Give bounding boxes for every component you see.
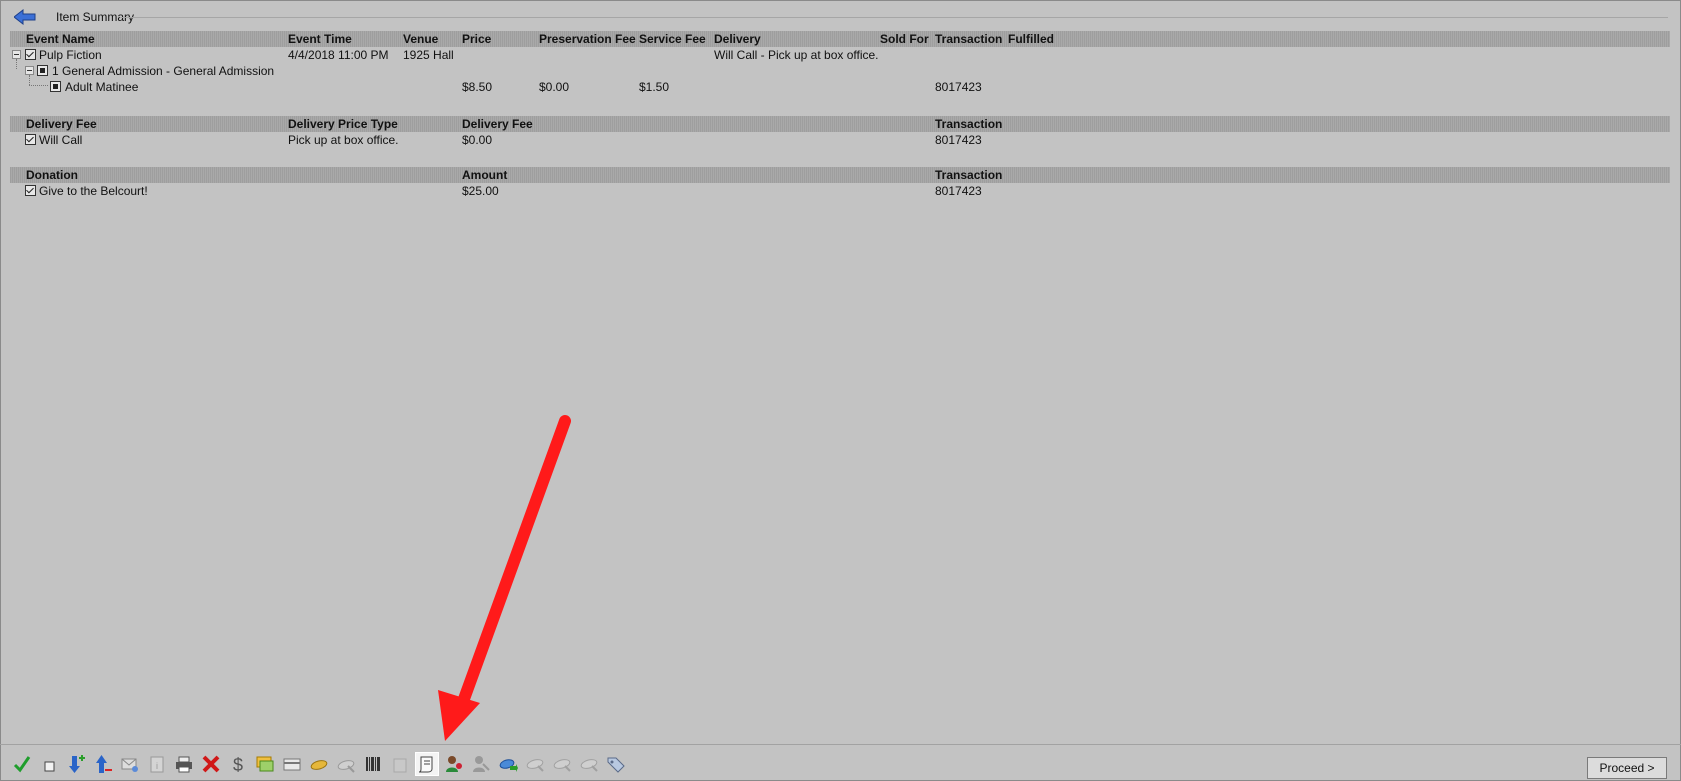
svg-text:$: $ (233, 755, 243, 774)
card-icon[interactable] (280, 752, 304, 776)
move-up-icon[interactable] (91, 752, 115, 776)
mail-icon[interactable] (118, 752, 142, 776)
col-donation[interactable]: Donation (26, 168, 78, 182)
donation-name: Give to the Belcourt! (39, 184, 148, 198)
col-transaction[interactable]: Transaction (935, 32, 1002, 46)
event-row[interactable]: Pulp Fiction 4/4/2018 11:00 PM 1925 Hall… (10, 47, 1670, 63)
ticket-price: $8.50 (462, 80, 493, 94)
section-checkbox[interactable] (37, 65, 48, 76)
check-icon[interactable] (10, 752, 34, 776)
customer-disabled-icon[interactable] (469, 752, 493, 776)
event-venue: 1925 Hall (403, 48, 454, 62)
collapse-section-toggle[interactable] (25, 66, 34, 75)
delivery-row[interactable]: Will Call Pick up at box office. $0.00 8… (10, 132, 1670, 148)
delivery-header: Delivery Fee Delivery Price Type Deliver… (10, 116, 1670, 132)
col-delivery-fee-name[interactable]: Delivery Fee (26, 117, 97, 131)
ticket-disabled-icon[interactable] (577, 752, 601, 776)
delivery-fee: $0.00 (462, 133, 493, 147)
col-fulfilled[interactable]: Fulfilled (1008, 32, 1054, 46)
ticket-disabled-icon[interactable] (523, 752, 547, 776)
col-service-fee[interactable]: Service Fee (639, 32, 706, 46)
donation-amount: $25.00 (462, 184, 499, 198)
ticket-icon[interactable] (307, 752, 331, 776)
ticket-disabled-icon[interactable] (550, 752, 574, 776)
col-delivery-price-type[interactable]: Delivery Price Type (288, 117, 398, 131)
toolbar-divider (0, 744, 1681, 745)
donation-header: Donation Amount Transaction (10, 167, 1670, 183)
proceed-button[interactable]: Proceed > (1587, 757, 1667, 779)
receipt-icon[interactable] (415, 752, 439, 776)
delivery-checkbox[interactable] (25, 134, 36, 145)
info-icon[interactable]: i (145, 752, 169, 776)
delete-icon[interactable] (199, 752, 223, 776)
event-name: Pulp Fiction (39, 48, 102, 62)
title-divider (120, 17, 1668, 18)
donation-transaction: 8017423 (935, 184, 982, 198)
ticket-row[interactable]: Adult Matinee $8.50 $0.00 $1.50 8017423 (10, 79, 1670, 95)
col-amount[interactable]: Amount (462, 168, 507, 182)
col-venue[interactable]: Venue (403, 32, 438, 46)
ticket-preservation-fee: $0.00 (539, 80, 570, 94)
ticket-service-fee: $1.50 (639, 80, 670, 94)
delivery-transaction: 8017423 (935, 133, 982, 147)
back-arrow-icon[interactable] (14, 9, 36, 25)
event-time: 4/4/2018 11:00 PM (288, 48, 389, 62)
barcode-icon[interactable] (361, 752, 385, 776)
delivery-name: Will Call (39, 133, 83, 147)
box-icon[interactable] (388, 752, 412, 776)
collapse-event-toggle[interactable] (12, 50, 21, 59)
delivery-price-type: Pick up at box office. (288, 133, 399, 147)
svg-text:i: i (156, 761, 158, 771)
event-checkbox[interactable] (25, 49, 36, 60)
section-row[interactable]: 1 General Admission - General Admission (10, 63, 1670, 79)
col-event-name[interactable]: Event Name (26, 32, 95, 46)
exchange-icon[interactable] (253, 752, 277, 776)
col-delivery-fee[interactable]: Delivery Fee (462, 117, 533, 131)
action-toolbar: i $ (10, 752, 631, 776)
col-price[interactable]: Price (462, 32, 491, 46)
ticket-forward-icon[interactable] (496, 752, 520, 776)
donation-checkbox[interactable] (25, 185, 36, 196)
tag-icon[interactable] (604, 752, 628, 776)
col-preservation-fee[interactable]: Preservation Fee (539, 32, 636, 46)
col-sold-for[interactable]: Sold For (880, 32, 929, 46)
ticket-checkbox[interactable] (50, 81, 61, 92)
col-donation-transaction[interactable]: Transaction (935, 168, 1002, 182)
title-bar: Item Summary (14, 8, 134, 26)
ticket-transaction: 8017423 (935, 80, 982, 94)
col-event-time[interactable]: Event Time (288, 32, 352, 46)
donation-row[interactable]: Give to the Belcourt! $25.00 8017423 (10, 183, 1670, 199)
events-header: Event Name Event Time Venue Price Preser… (10, 31, 1670, 47)
move-down-icon[interactable] (64, 752, 88, 776)
ticket-void-icon[interactable] (334, 752, 358, 776)
col-delivery[interactable]: Delivery (714, 32, 761, 46)
ticket-name: Adult Matinee (65, 80, 139, 94)
customer-icon[interactable] (442, 752, 466, 776)
event-delivery: Will Call - Pick up at box office. (714, 48, 879, 62)
section-name: 1 General Admission - General Admission (52, 64, 275, 78)
dollar-icon[interactable]: $ (226, 752, 250, 776)
print-icon[interactable] (172, 752, 196, 776)
checkbox-icon[interactable] (37, 752, 61, 776)
col-delivery-transaction[interactable]: Transaction (935, 117, 1002, 131)
